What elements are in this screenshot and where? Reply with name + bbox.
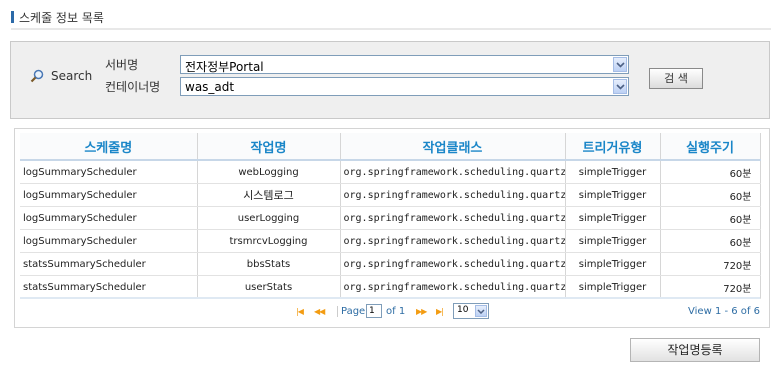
table-row[interactable]: statsSummaryScheduler userStats org.spri… [20,275,761,299]
cell-job-class: org.springframework.scheduling.quartz.Me… [340,229,566,253]
record-count: View 1 - 6 of 6 [688,306,760,317]
table-row[interactable]: statsSummaryScheduler bbsStats org.sprin… [20,252,761,276]
container-select[interactable]: was_adt [180,77,629,96]
page-number-input[interactable]: 1 [366,304,382,318]
cell-schedule-name: statsSummaryScheduler [20,252,198,276]
column-header-trigger-type[interactable]: 트리거유형 [565,133,661,161]
container-label: 컨테이너명 [105,80,161,94]
search-icon [30,69,44,83]
last-page-icon[interactable]: ▶| [436,307,444,316]
chevron-down-icon[interactable] [475,305,487,317]
next-page-icon[interactable]: ▶▶ [416,307,427,316]
cell-trigger-type: simpleTrigger [565,252,661,276]
register-job-button[interactable]: 작업명등록 [630,338,760,362]
cell-interval: 720분 [660,252,761,276]
cell-trigger-type: simpleTrigger [565,160,661,184]
cell-trigger-type: simpleTrigger [565,206,661,230]
page-title: 스케줄 정보 목록 [19,11,104,25]
chevron-down-icon[interactable] [613,57,627,72]
first-page-icon[interactable]: |◀ [296,307,304,316]
rows-per-page-select[interactable]: 10 [453,303,489,319]
cell-job-class: org.springframework.scheduling.quartz.Me… [340,183,566,207]
cell-schedule-name: logSummaryScheduler [20,206,198,230]
cell-schedule-name: statsSummaryScheduler [20,275,198,299]
cell-trigger-type: simpleTrigger [565,275,661,299]
cell-interval: 60분 [660,160,761,184]
table-header-row: 스케줄명 작업명 작업클래스 트리거유형 실행주기 [20,133,761,161]
server-select[interactable]: 전자정부Portal [180,55,629,74]
column-header-job-class[interactable]: 작업클래스 [340,133,566,161]
page-label: Page [337,306,365,317]
schedule-grid: 스케줄명 작업명 작업클래스 트리거유형 실행주기 logSummarySche… [20,133,764,319]
column-header-job-name[interactable]: 작업명 [197,133,341,161]
cell-interval: 60분 [660,229,761,253]
cell-schedule-name: logSummaryScheduler [20,160,198,184]
cell-job-name: 시스템로그 [197,183,341,207]
prev-page-icon[interactable]: ◀◀ [314,307,325,316]
cell-job-name: webLogging [197,160,341,184]
column-header-interval[interactable]: 실행주기 [660,133,761,161]
cell-job-class: org.springframework.scheduling.quartz.Me… [340,160,566,184]
cell-trigger-type: simpleTrigger [565,183,661,207]
cell-job-class: org.springframework.scheduling.quartz.Me… [340,275,566,299]
table-row[interactable]: logSummaryScheduler 시스템로그 org.springfram… [20,183,761,207]
search-panel: Search 서버명 전자정부Portal 컨테이너명 was_adt 검 색 [10,41,770,119]
chevron-down-icon[interactable] [613,79,627,94]
table-row[interactable]: logSummaryScheduler userLogging org.spri… [20,206,761,230]
cell-trigger-type: simpleTrigger [565,229,661,253]
server-label: 서버명 [105,58,139,72]
schedule-grid-panel: 스케줄명 작업명 작업클래스 트리거유형 실행주기 logSummarySche… [14,128,770,328]
table-row[interactable]: logSummaryScheduler webLogging org.sprin… [20,160,761,184]
container-select-value: was_adt [185,80,235,94]
pager: |◀ ◀◀ Page 1 of 1 ▶▶ ▶| 10 View 1 - 6 of… [20,303,760,321]
search-label: Search [51,69,93,83]
cell-schedule-name: logSummaryScheduler [20,229,198,253]
cell-job-name: bbsStats [197,252,341,276]
cell-job-class: org.springframework.scheduling.quartz.Me… [340,252,566,276]
page-title-area: 스케줄 정보 목록 [11,8,771,30]
cell-job-name: userLogging [197,206,341,230]
cell-interval: 60분 [660,206,761,230]
title-marker [11,11,14,23]
page-total-label: of 1 [386,306,406,317]
rows-per-page-value: 10 [457,305,469,315]
column-header-schedule-name[interactable]: 스케줄명 [20,133,198,161]
cell-schedule-name: logSummaryScheduler [20,183,198,207]
cell-job-name: userStats [197,275,341,299]
cell-interval: 60분 [660,183,761,207]
table-row[interactable]: logSummaryScheduler trsmrcvLogging org.s… [20,229,761,253]
server-select-value: 전자정부Portal [185,60,264,74]
search-button[interactable]: 검 색 [649,68,703,89]
cell-job-name: trsmrcvLogging [197,229,341,253]
schedule-table: 스케줄명 작업명 작업클래스 트리거유형 실행주기 logSummarySche… [20,133,761,299]
cell-interval: 720분 [660,275,761,299]
cell-job-class: org.springframework.scheduling.quartz.Me… [340,206,566,230]
pager-divider [20,297,760,299]
